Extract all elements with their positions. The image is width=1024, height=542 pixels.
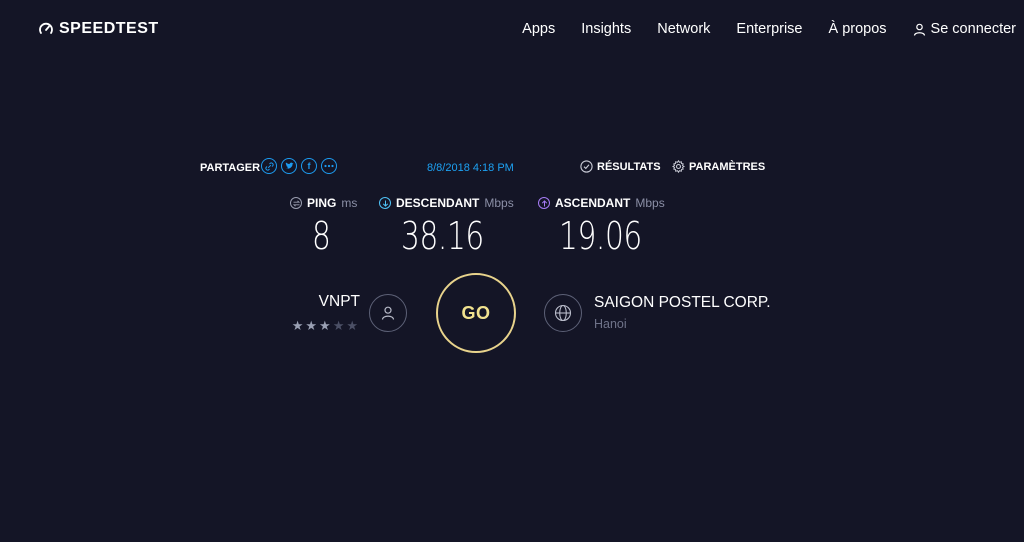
- main-nav: Apps Insights Network Enterprise À propo…: [522, 21, 1016, 37]
- go-button[interactable]: GO: [436, 273, 516, 353]
- upload-metric: ASCENDANT Mbps 19.06: [538, 196, 665, 258]
- nav-enterprise[interactable]: Enterprise: [736, 21, 802, 37]
- download-unit: Mbps: [484, 196, 514, 210]
- download-label: DESCENDANT: [396, 196, 480, 210]
- login-link[interactable]: Se connecter: [913, 21, 1016, 37]
- ping-label: PING: [307, 196, 337, 210]
- download-header: DESCENDANT Mbps: [379, 196, 514, 210]
- ping-header: PING ms: [290, 196, 357, 210]
- twitter-icon[interactable]: [281, 158, 297, 174]
- server-info: SAIGON POSTEL CORP. Hanoi: [594, 294, 771, 331]
- nav-insights[interactable]: Insights: [581, 21, 631, 37]
- download-icon: [379, 197, 391, 209]
- star-icon: ★: [332, 318, 347, 333]
- download-value: 38.16: [401, 214, 484, 258]
- share-icons: f: [261, 158, 337, 174]
- ping-icon: [290, 197, 302, 209]
- ping-unit: ms: [341, 196, 358, 210]
- go-label: GO: [461, 302, 491, 323]
- settings-label: PARAMÈTRES: [689, 160, 766, 173]
- star-icon: ★: [346, 318, 360, 333]
- share-bar: PARTAGER f 8/8/2018 4:18 PM RÉSULTATS PA…: [200, 158, 770, 178]
- check-circle-icon: [580, 160, 593, 173]
- isp-user-button[interactable]: [369, 294, 407, 332]
- star-icon: ★: [291, 318, 306, 333]
- nav-network[interactable]: Network: [657, 21, 710, 37]
- nav-apps[interactable]: Apps: [522, 21, 555, 37]
- upload-value: 19.06: [559, 214, 642, 258]
- link-icon[interactable]: [261, 158, 277, 174]
- isp-rating[interactable]: ★★★★★: [280, 318, 360, 334]
- ping-value: 8: [312, 214, 331, 258]
- isp-info: VNPT ★★★★★: [280, 293, 360, 334]
- logo-text: SPEEDTEST: [59, 20, 159, 37]
- change-server-button[interactable]: [544, 294, 582, 332]
- user-icon: [381, 306, 395, 320]
- facebook-icon[interactable]: f: [301, 158, 317, 174]
- user-icon: [913, 23, 925, 36]
- settings-link[interactable]: PARAMÈTRES: [672, 160, 765, 173]
- test-timestamp: 8/8/2018 4:18 PM: [427, 162, 514, 174]
- server-name[interactable]: SAIGON POSTEL CORP.: [594, 294, 771, 312]
- star-icon: ★: [319, 318, 333, 333]
- login-label: Se connecter: [930, 21, 1016, 37]
- server-city: Hanoi: [594, 317, 627, 331]
- upload-icon: [538, 197, 550, 209]
- nav-about[interactable]: À propos: [829, 21, 887, 37]
- results-link[interactable]: RÉSULTATS: [580, 160, 661, 173]
- globe-icon: [554, 304, 572, 322]
- share-label: PARTAGER: [200, 162, 261, 174]
- gauge-icon: [39, 22, 53, 34]
- speedtest-logo[interactable]: SPEEDTEST: [38, 20, 159, 38]
- download-metric: DESCENDANT Mbps 38.16: [379, 196, 514, 258]
- upload-unit: Mbps: [635, 196, 665, 210]
- more-icon[interactable]: [321, 158, 337, 174]
- upload-label: ASCENDANT: [555, 196, 631, 210]
- upload-header: ASCENDANT Mbps: [538, 196, 665, 210]
- top-bar: SPEEDTEST Apps Insights Network Enterpri…: [0, 0, 1024, 60]
- ping-metric: PING ms 8: [290, 196, 357, 258]
- gear-icon: [672, 160, 685, 173]
- isp-name: VNPT: [318, 293, 360, 310]
- results-label: RÉSULTATS: [597, 160, 661, 173]
- star-icon: ★: [305, 318, 320, 333]
